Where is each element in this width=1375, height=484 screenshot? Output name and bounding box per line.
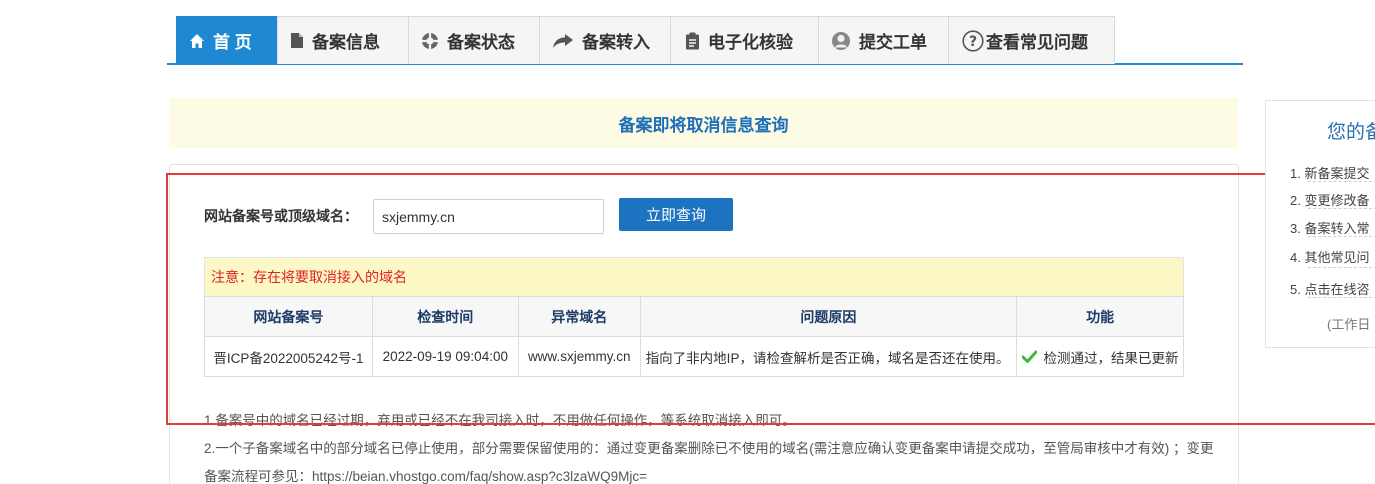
side-item[interactable]: 5. 点击在线咨 bbox=[1290, 279, 1369, 298]
cell-abnormal-domain: www.sxjemmy.cn bbox=[517, 336, 641, 377]
side-panel-title: 您的备 bbox=[1327, 122, 1375, 143]
header-record-number: 网站备案号 bbox=[204, 296, 373, 337]
note-item: 备案流程可参见：https://beian.vhostgo.com/faq/sh… bbox=[204, 469, 648, 484]
header-check-time: 检查时间 bbox=[371, 296, 519, 337]
tab-faq[interactable]: ? 查看常见问题 bbox=[948, 16, 1115, 64]
svg-text:?: ? bbox=[969, 34, 977, 50]
share-arrow-icon bbox=[552, 33, 574, 49]
table-header-row: 网站备案号 检查时间 异常域名 问题原因 功能 bbox=[204, 296, 1184, 337]
user-icon bbox=[831, 31, 851, 51]
question-icon: ? bbox=[962, 29, 984, 52]
note-item: 1.备案号中的域名已经过期，弃用或已经不在我司接入时，不用做任何操作，等系统取消… bbox=[204, 413, 796, 428]
divider bbox=[1308, 236, 1375, 237]
side-item[interactable]: 4. 其他常见问 bbox=[1290, 247, 1369, 266]
clipboard-icon bbox=[685, 32, 700, 50]
document-icon bbox=[290, 32, 304, 49]
domain-search-input[interactable] bbox=[373, 199, 604, 234]
lifebuoy-icon bbox=[421, 32, 439, 50]
query-label: 网站备案号或顶级域名： bbox=[204, 208, 358, 224]
checkmark-icon bbox=[1021, 350, 1041, 366]
title-bar: 备案即将取消信息查询 bbox=[169, 98, 1238, 148]
header-problem-reason: 问题原因 bbox=[639, 296, 1018, 337]
note-item: 2.一个子备案域名中的部分域名已停止使用，部分需要保留使用的：通过变更备案删除已… bbox=[204, 441, 1214, 456]
warning-notice: 注意：存在将要取消接入的域名 bbox=[204, 257, 1184, 296]
cell-function: 检测通过，结果已更新 bbox=[1016, 336, 1184, 377]
side-panel-footer: (工作日 bbox=[1327, 317, 1371, 332]
divider bbox=[1308, 208, 1375, 209]
tab-e-verification-label: 电子化核验 bbox=[708, 33, 793, 52]
tab-record-info[interactable]: 备案信息 bbox=[277, 16, 409, 64]
tab-submit-ticket-label: 提交工单 bbox=[859, 33, 927, 52]
divider bbox=[1308, 181, 1375, 182]
tab-record-status-label: 备案状态 bbox=[447, 33, 515, 52]
cell-record-number: 晋ICP备2022005242号-1 bbox=[204, 336, 373, 377]
tab-home[interactable]: 首 页 bbox=[176, 16, 277, 64]
page-title: 备案即将取消信息查询 bbox=[618, 115, 789, 135]
divider bbox=[1308, 297, 1375, 298]
side-item[interactable]: 1. 新备案提交 bbox=[1290, 163, 1369, 182]
divider bbox=[1308, 267, 1375, 268]
top-nav: 首 页 备案信息 备案状态 备案转入 电子化核验 提交工单 ? 查看常见问题 bbox=[167, 16, 1243, 65]
tab-record-status[interactable]: 备案状态 bbox=[408, 16, 540, 64]
warning-notice-text: 注意：存在将要取消接入的域名 bbox=[211, 269, 407, 285]
header-abnormal-domain: 异常域名 bbox=[517, 296, 641, 337]
tab-faq-label: 查看常见问题 bbox=[986, 33, 1088, 52]
tab-home-label: 首 页 bbox=[213, 33, 252, 52]
check-passed-text: 检测通过，结果已更新 bbox=[1043, 350, 1179, 366]
tab-submit-ticket[interactable]: 提交工单 bbox=[818, 16, 949, 64]
tab-e-verification[interactable]: 电子化核验 bbox=[670, 16, 819, 64]
tab-record-transfer-label: 备案转入 bbox=[582, 33, 650, 52]
side-item[interactable]: 3. 备案转入常 bbox=[1290, 218, 1369, 237]
cell-problem-reason: 指向了非内地IP，请检查解析是否正确，域名是否还在使用。 bbox=[639, 336, 1018, 377]
cell-check-time: 2022-09-19 09:04:00 bbox=[371, 336, 519, 377]
header-function: 功能 bbox=[1016, 296, 1184, 337]
table-row: 晋ICP备2022005242号-1 2022-09-19 09:04:00 w… bbox=[204, 336, 1184, 377]
home-icon bbox=[189, 33, 205, 49]
side-item[interactable]: 2. 变更修改备 bbox=[1290, 190, 1369, 209]
query-now-button[interactable]: 立即查询 bbox=[619, 198, 733, 231]
tab-record-info-label: 备案信息 bbox=[312, 33, 380, 52]
result-table: 网站备案号 检查时间 异常域名 问题原因 功能 晋ICP备2022005242号… bbox=[204, 296, 1184, 377]
tab-record-transfer[interactable]: 备案转入 bbox=[539, 16, 671, 64]
side-panel: 您的备 1. 新备案提交 2. 变更修改备 3. 备案转入常 4. 其他常见问 … bbox=[1265, 100, 1375, 348]
